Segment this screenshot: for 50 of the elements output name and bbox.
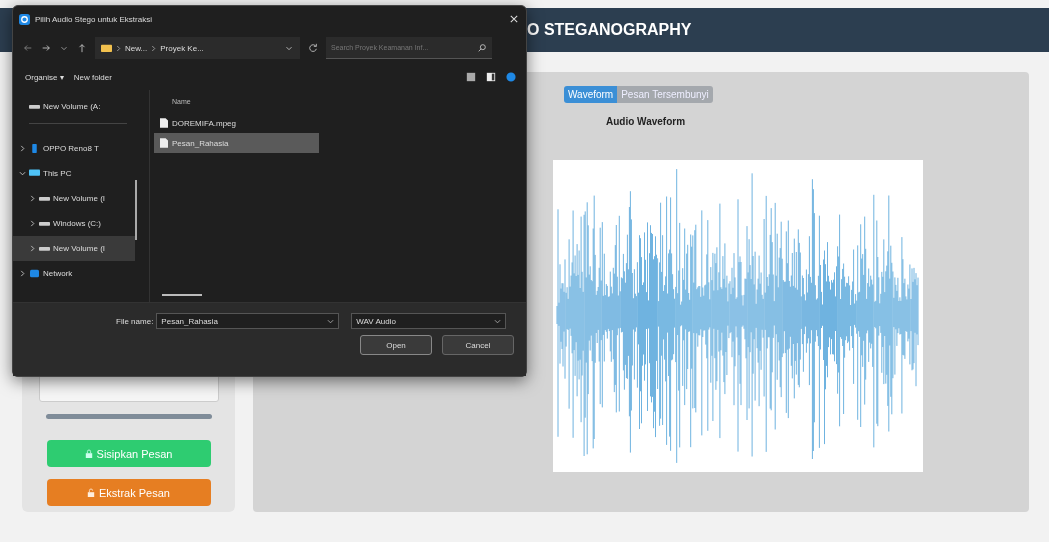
scrollbar[interactable] <box>162 294 202 296</box>
unlock-icon <box>87 487 96 498</box>
preview-pane-icon[interactable] <box>486 72 496 82</box>
nav-item[interactable]: New Volume (I <box>13 186 135 211</box>
breadcrumb-item[interactable]: Proyek Ke... <box>160 43 204 53</box>
app-title: O STEGANOGRAPHY <box>527 21 692 39</box>
dialog-button[interactable]: Open <box>360 335 432 355</box>
scrollbar[interactable] <box>135 180 137 240</box>
breadcrumb-item[interactable]: New... <box>125 43 148 53</box>
nav-item[interactable]: New Volume (A: <box>13 94 135 119</box>
file-item[interactable]: DOREMIFA.mpeg <box>154 113 319 133</box>
chevron-right-icon <box>116 44 121 52</box>
file-type-dropdown[interactable]: WAV Audio <box>351 313 507 329</box>
app-icon <box>19 13 30 25</box>
dialog-button[interactable]: Cancel <box>442 335 514 355</box>
nav-item[interactable]: Windows (C:) <box>13 211 135 236</box>
dialog-title: Pilih Audio Stego untuk Ekstraksi <box>35 14 152 24</box>
chevron-right-icon[interactable] <box>19 270 26 277</box>
toolbar-button[interactable]: New folder <box>73 72 112 82</box>
close-icon[interactable] <box>510 15 518 23</box>
nav-item[interactable]: Network <box>13 261 135 286</box>
search-icon <box>477 43 487 53</box>
chevron-right-icon <box>151 44 157 52</box>
file-name-label: File name: <box>116 316 154 326</box>
lock-icon <box>84 448 93 459</box>
phone-icon <box>29 144 40 153</box>
chevron-down-icon[interactable] <box>19 170 26 177</box>
chevron-right-icon[interactable] <box>29 245 36 252</box>
nav-item[interactable]: New Volume (I <box>13 236 135 261</box>
file-item[interactable]: Pesan_Rahasia <box>154 133 319 153</box>
monitor-icon <box>29 169 40 178</box>
chevron-down-icon <box>494 317 502 325</box>
chevron-right-icon[interactable] <box>29 195 36 202</box>
address-bar[interactable]: New... Proyek Ke... <box>95 37 300 59</box>
chart-title: Audio Waveform <box>606 116 687 127</box>
back-arrow-icon[interactable] <box>23 43 33 53</box>
up-arrow-icon[interactable] <box>77 43 87 53</box>
chevron-right-icon[interactable] <box>29 220 36 227</box>
file-name-field[interactable]: Pesan_Rahasia <box>156 313 340 329</box>
view-icon[interactable] <box>466 72 476 82</box>
toolbar-button[interactable]: Organise ▾ <box>25 72 64 82</box>
folder-icon <box>101 44 112 52</box>
refresh-icon[interactable] <box>308 43 318 53</box>
help-icon[interactable] <box>506 72 516 82</box>
nav-item[interactable]: This PC <box>13 161 135 186</box>
forward-arrow-icon[interactable] <box>41 43 51 53</box>
chevron-right-icon[interactable] <box>19 145 26 152</box>
nav-item[interactable]: OPPO Reno8 T <box>13 136 135 161</box>
network-icon <box>29 269 40 278</box>
chevron-down-icon <box>327 317 335 325</box>
